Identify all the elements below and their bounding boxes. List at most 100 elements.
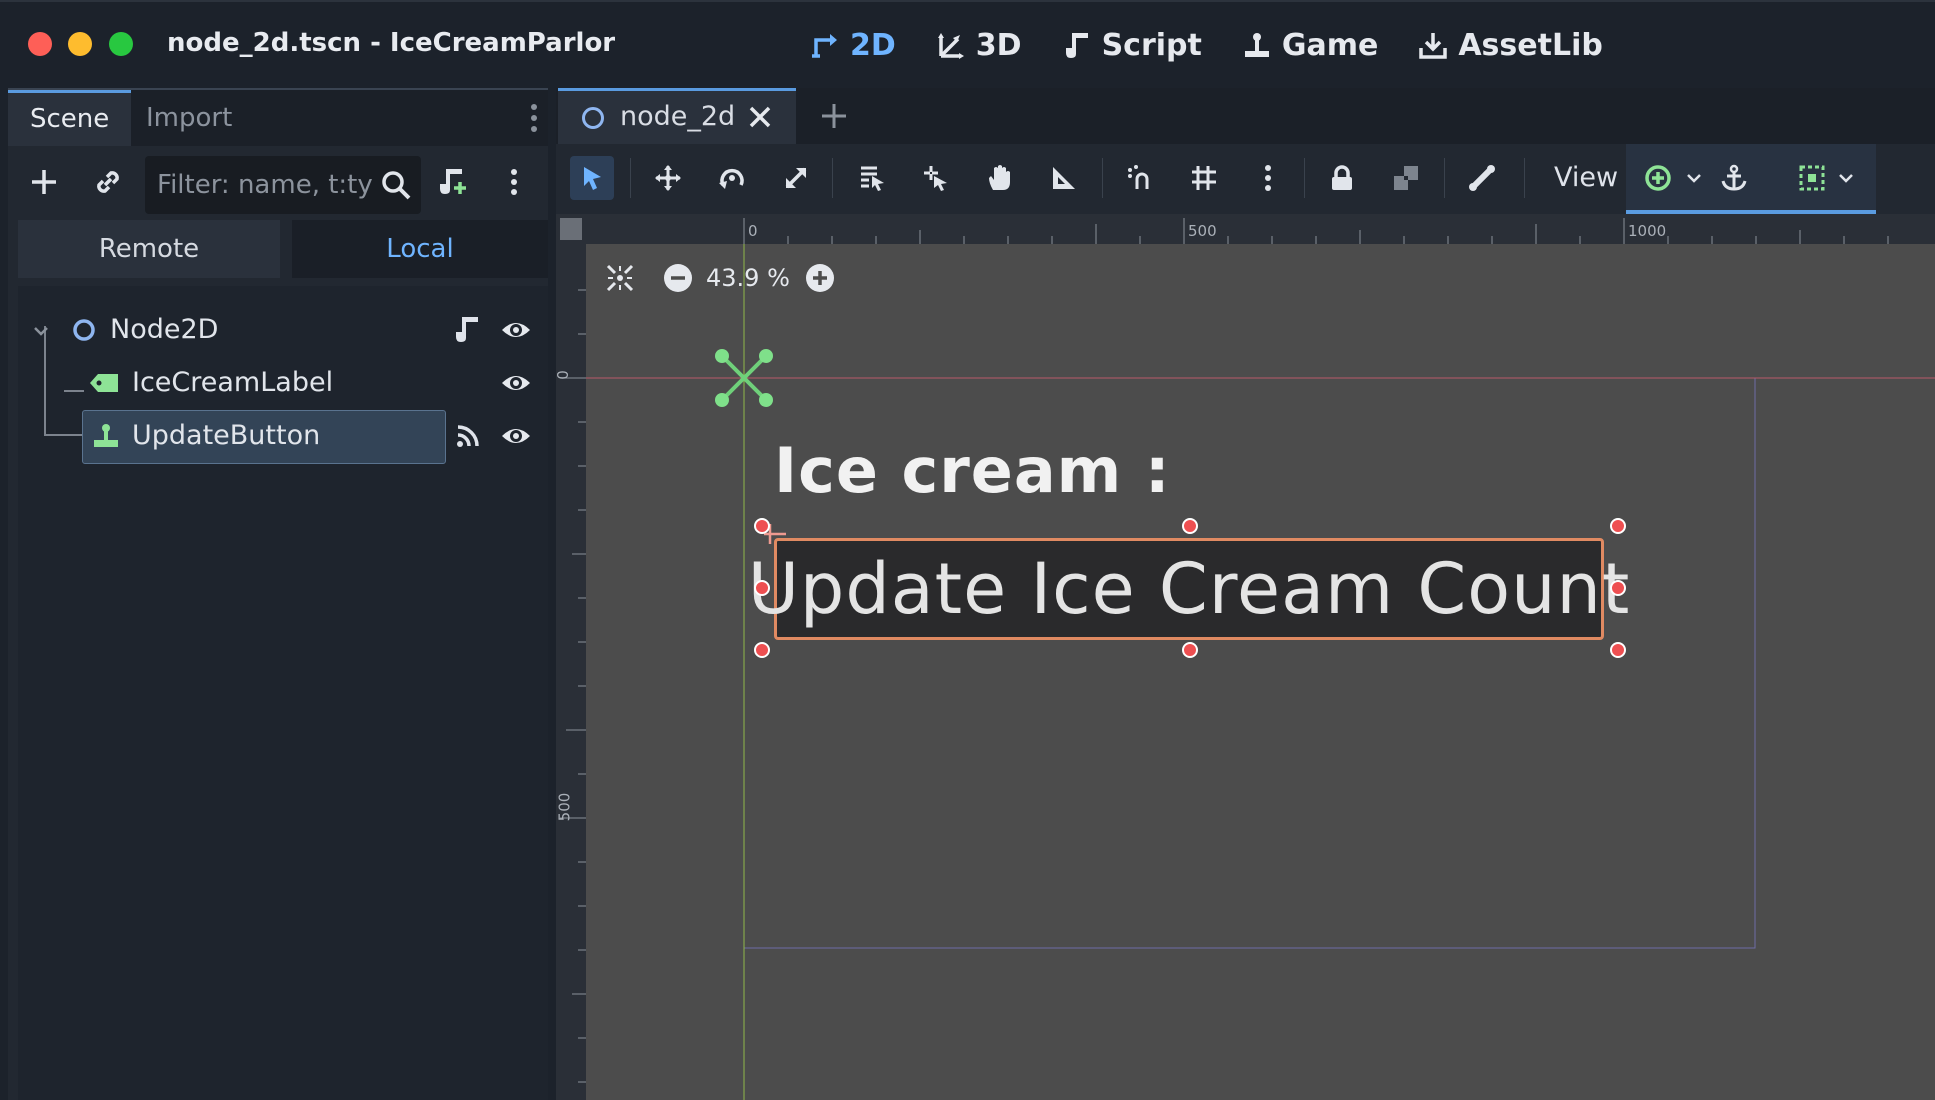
chevron-down-icon[interactable]	[32, 322, 50, 340]
search-icon	[382, 171, 411, 200]
signal-icon[interactable]	[452, 420, 484, 452]
update-button-text: Update Ice Cream Count	[747, 548, 1631, 630]
view-menu-button[interactable]: View	[1544, 156, 1628, 200]
3d-icon	[937, 33, 964, 59]
resize-handle-top-right[interactable]	[1610, 518, 1626, 534]
tree-item-icecreamlabel[interactable]: IceCreamLabel	[18, 357, 548, 409]
tab-2d[interactable]: 2D	[810, 22, 896, 68]
pan-mode-button[interactable]	[978, 156, 1022, 200]
zoom-controls: 43.9 %	[604, 258, 836, 298]
zoom-in-icon[interactable]	[804, 262, 836, 294]
minimize-window-button[interactable]	[68, 32, 92, 56]
chevron-down-icon[interactable]	[1686, 170, 1702, 186]
tab-assetlib[interactable]: AssetLib	[1418, 22, 1603, 68]
tab-script[interactable]: Script	[1062, 22, 1202, 68]
scene-more-button[interactable]	[494, 162, 534, 202]
tab-scene[interactable]: Scene	[8, 90, 132, 146]
canvas-viewport[interactable]: 0 500 1000 0 500 43.9 % Ice cream : Upda…	[556, 214, 1935, 1100]
zoom-out-icon[interactable]	[662, 262, 694, 294]
tab-game-label: Game	[1281, 27, 1379, 63]
tab-game[interactable]: Game	[1242, 22, 1378, 68]
scene-dock: Scene Import Remote Local Nod	[8, 88, 548, 1100]
list-select-button[interactable]	[850, 156, 894, 200]
center-view-icon[interactable]	[604, 262, 636, 294]
snap-options-button[interactable]	[1246, 156, 1290, 200]
visibility-eye-icon[interactable]	[500, 367, 532, 399]
remote-button[interactable]: Remote	[18, 220, 280, 278]
hand-icon	[989, 165, 1010, 190]
visibility-eye-icon[interactable]	[500, 314, 532, 346]
scene-tree: Node2D IceCreamLabel UpdateButton	[18, 286, 548, 1100]
anchor-icon	[1721, 164, 1747, 191]
resize-handle-bottom-left[interactable]	[754, 642, 770, 658]
resize-handle-bottom[interactable]	[1182, 642, 1198, 658]
ruler-mode-button[interactable]	[1042, 156, 1086, 200]
resize-handle-right[interactable]	[1610, 580, 1626, 596]
resize-handle-left[interactable]	[754, 580, 770, 596]
node2d-gizmo-icon[interactable]	[712, 346, 776, 410]
add-node-button[interactable]	[24, 162, 64, 202]
select-mode-button[interactable]	[570, 156, 614, 200]
zoom-level[interactable]: 43.9 %	[706, 264, 790, 292]
anchor-button[interactable]	[1712, 156, 1756, 200]
tab-3d[interactable]: 3D	[936, 22, 1022, 68]
list-select-icon	[861, 166, 884, 191]
tree-item-node2d[interactable]: Node2D	[18, 304, 548, 356]
resize-handle-top[interactable]	[1182, 518, 1198, 534]
script-icon[interactable]	[452, 314, 484, 346]
2d-icon	[812, 34, 837, 58]
group-icon	[1394, 166, 1418, 190]
grid-snap-button[interactable]	[1182, 156, 1226, 200]
tree-item-label: Node2D	[110, 314, 219, 345]
kebab-icon	[511, 169, 517, 195]
pivot-icon	[924, 166, 947, 191]
remote-local-toggle: Remote Local	[18, 220, 548, 278]
window-title: node_2d.tscn - IceCreamParlor	[167, 28, 616, 58]
skeleton-button[interactable]	[1460, 156, 1504, 200]
layout-button[interactable]	[1790, 156, 1834, 200]
visibility-eye-icon[interactable]	[500, 420, 532, 452]
script-icon	[1065, 33, 1088, 58]
rotate-icon	[719, 168, 744, 189]
rotate-mode-button[interactable]	[710, 156, 754, 200]
scale-mode-button[interactable]	[774, 156, 818, 200]
tree-item-updatebutton[interactable]: UpdateButton	[18, 410, 548, 464]
close-icon[interactable]	[746, 103, 774, 131]
instantiate-scene-button[interactable]	[88, 162, 128, 202]
pivot-mode-button[interactable]	[914, 156, 958, 200]
magnet-snap-icon	[1128, 165, 1149, 189]
scale-icon	[785, 167, 807, 189]
kebab-icon	[1265, 165, 1271, 191]
maximize-window-button[interactable]	[109, 32, 133, 56]
tab-import[interactable]: Import	[124, 90, 254, 146]
tab-script-label: Script	[1101, 27, 1202, 63]
update-button-node[interactable]: Update Ice Cream Count	[748, 538, 1629, 640]
new-scene-tab-plus-icon[interactable]	[818, 100, 850, 132]
local-button[interactable]: Local	[292, 220, 548, 278]
resize-handle-top-left[interactable]	[754, 518, 770, 534]
ruler-label: 0	[556, 370, 572, 380]
dock-menu-icon[interactable]	[530, 104, 538, 136]
add-marker-button[interactable]	[1636, 156, 1680, 200]
lock-icon	[1332, 165, 1352, 190]
move-mode-button[interactable]	[646, 156, 690, 200]
smart-snap-button[interactable]	[1118, 156, 1162, 200]
chevron-down-icon[interactable]	[1838, 170, 1854, 186]
lock-button[interactable]	[1320, 156, 1364, 200]
label-icon	[90, 374, 118, 392]
move-icon	[655, 165, 681, 191]
ruler-horizontal[interactable]: 0 500 1000	[556, 214, 1935, 244]
group-button[interactable]	[1384, 156, 1428, 200]
ruler-icon	[1053, 167, 1075, 189]
ruler-vertical[interactable]: 0 500	[556, 214, 586, 1100]
attach-script-button[interactable]	[432, 162, 472, 202]
resize-handle-bottom-right[interactable]	[1610, 642, 1626, 658]
filter-input[interactable]	[145, 156, 375, 214]
scene-filter[interactable]	[145, 156, 421, 214]
ruler-label: 500	[556, 792, 574, 822]
link-icon	[97, 171, 119, 193]
icecream-label-node[interactable]: Ice cream :	[774, 434, 1171, 507]
scene-tab-node-2d[interactable]: node_2d	[558, 88, 796, 144]
close-window-button[interactable]	[28, 32, 52, 56]
tab-assetlib-label: AssetLib	[1458, 27, 1603, 63]
